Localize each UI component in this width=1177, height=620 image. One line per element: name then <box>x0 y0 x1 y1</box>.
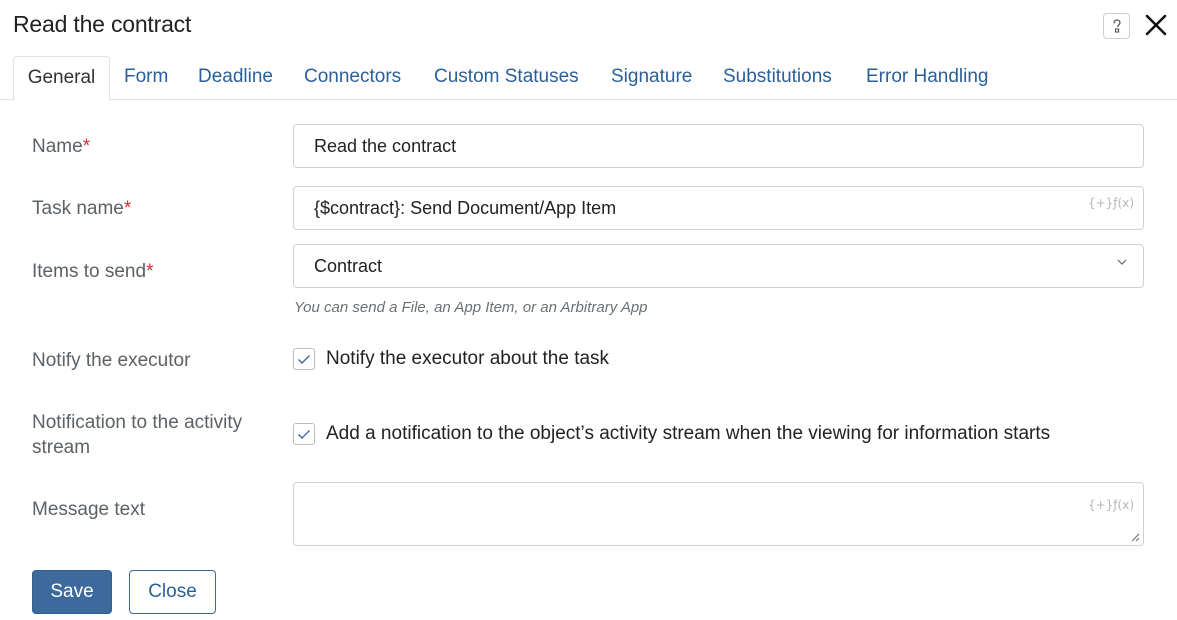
tab-substitutions[interactable]: Substitutions <box>723 56 832 100</box>
task-name-label-text: Task name <box>32 198 124 219</box>
name-input-value: Read the contract <box>314 135 457 156</box>
insert-variable-formula-icon[interactable]: {+}ƒ(x) <box>1088 196 1134 210</box>
close-button[interactable]: Close <box>129 570 216 614</box>
name-input[interactable]: Read the contract <box>293 124 1144 168</box>
required-mark: * <box>82 136 91 157</box>
activity-stream-checkbox[interactable] <box>293 423 315 445</box>
notify-executor-checkbox[interactable] <box>293 348 315 370</box>
tab-custom-statuses[interactable]: Custom Statuses <box>434 56 579 100</box>
tab-signature[interactable]: Signature <box>611 56 692 100</box>
tab-general[interactable]: General <box>13 56 110 101</box>
activity-stream-label-line2: stream <box>32 437 91 458</box>
task-name-label: Task name* <box>32 196 131 221</box>
items-to-send-label: Items to send* <box>32 259 153 284</box>
tab-deadline[interactable]: Deadline <box>198 56 273 100</box>
activity-stream-option: Add a notification to the object’s activ… <box>293 423 1050 445</box>
notify-executor-option: Notify the executor about the task <box>293 348 609 370</box>
resize-handle-icon[interactable] <box>1131 533 1140 542</box>
help-button[interactable] <box>1103 13 1130 39</box>
close-dialog-button[interactable] <box>1143 12 1169 38</box>
items-to-send-value: Contract <box>314 255 383 276</box>
dialog-title: Read the contract <box>13 11 192 37</box>
name-label-text: Name <box>32 136 83 157</box>
notify-executor-label: Notify the executor <box>32 350 191 371</box>
items-to-send-select[interactable]: Contract <box>293 244 1144 288</box>
tab-error-handling[interactable]: Error Handling <box>866 56 989 100</box>
items-to-send-hint: You can send a File, an App Item, or an … <box>294 299 648 316</box>
message-text-label: Message text <box>32 499 145 520</box>
task-name-input[interactable]: {$contract}: Send Document/App Item {+}ƒ… <box>293 186 1144 230</box>
activity-stream-label-line1: Notification to the activity <box>32 412 243 433</box>
message-text-area[interactable]: {+}ƒ(x) <box>293 482 1144 546</box>
chevron-down-icon <box>1117 259 1127 265</box>
items-to-send-label-text: Items to send <box>32 261 147 282</box>
checkmark-icon <box>298 354 310 364</box>
checkmark-icon <box>298 429 310 439</box>
required-mark: * <box>146 261 154 282</box>
help-icon <box>1112 19 1121 33</box>
activity-stream-text: Add a notification to the object’s activ… <box>326 423 1051 444</box>
tab-bar: General Form Deadline Connectors Custom … <box>0 56 1177 101</box>
insert-variable-formula-icon[interactable]: {+}ƒ(x) <box>1088 498 1134 512</box>
task-name-input-value: {$contract}: Send Document/App Item <box>314 197 617 218</box>
notify-executor-text: Notify the executor about the task <box>326 348 610 369</box>
tab-form[interactable]: Form <box>124 56 168 100</box>
save-button[interactable]: Save <box>32 570 112 614</box>
name-label: Name* <box>32 134 90 159</box>
close-icon <box>1145 14 1167 36</box>
tab-connectors[interactable]: Connectors <box>304 56 401 100</box>
required-mark: * <box>123 198 132 219</box>
activity-stream-label: Notification to the activity stream <box>32 410 242 460</box>
